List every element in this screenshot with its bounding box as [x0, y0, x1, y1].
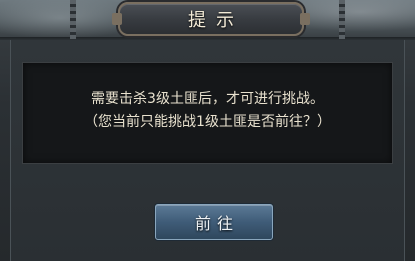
message-panel: 需要击杀3级土匪后，才可进行挑战。 （您当前只能挑战1级土匪是否前往？） — [22, 62, 393, 164]
go-button[interactable]: 前往 — [155, 204, 273, 240]
right-chain-decoration — [339, 0, 345, 40]
dialog-title-plate: 提示 — [112, 2, 310, 36]
message-line-1: 需要击杀3级土匪后，才可进行挑战。 — [91, 91, 324, 107]
go-button-label: 前往 — [194, 214, 239, 233]
left-chain-decoration — [70, 0, 76, 40]
game-screen: 提示 需要击杀3级土匪后，才可进行挑战。 （您当前只能挑战1级土匪是否前往？） … — [0, 0, 415, 261]
dialog-title: 提示 — [188, 10, 244, 31]
message-line-2: （您当前只能挑战1级土匪是否前往？） — [84, 114, 331, 130]
